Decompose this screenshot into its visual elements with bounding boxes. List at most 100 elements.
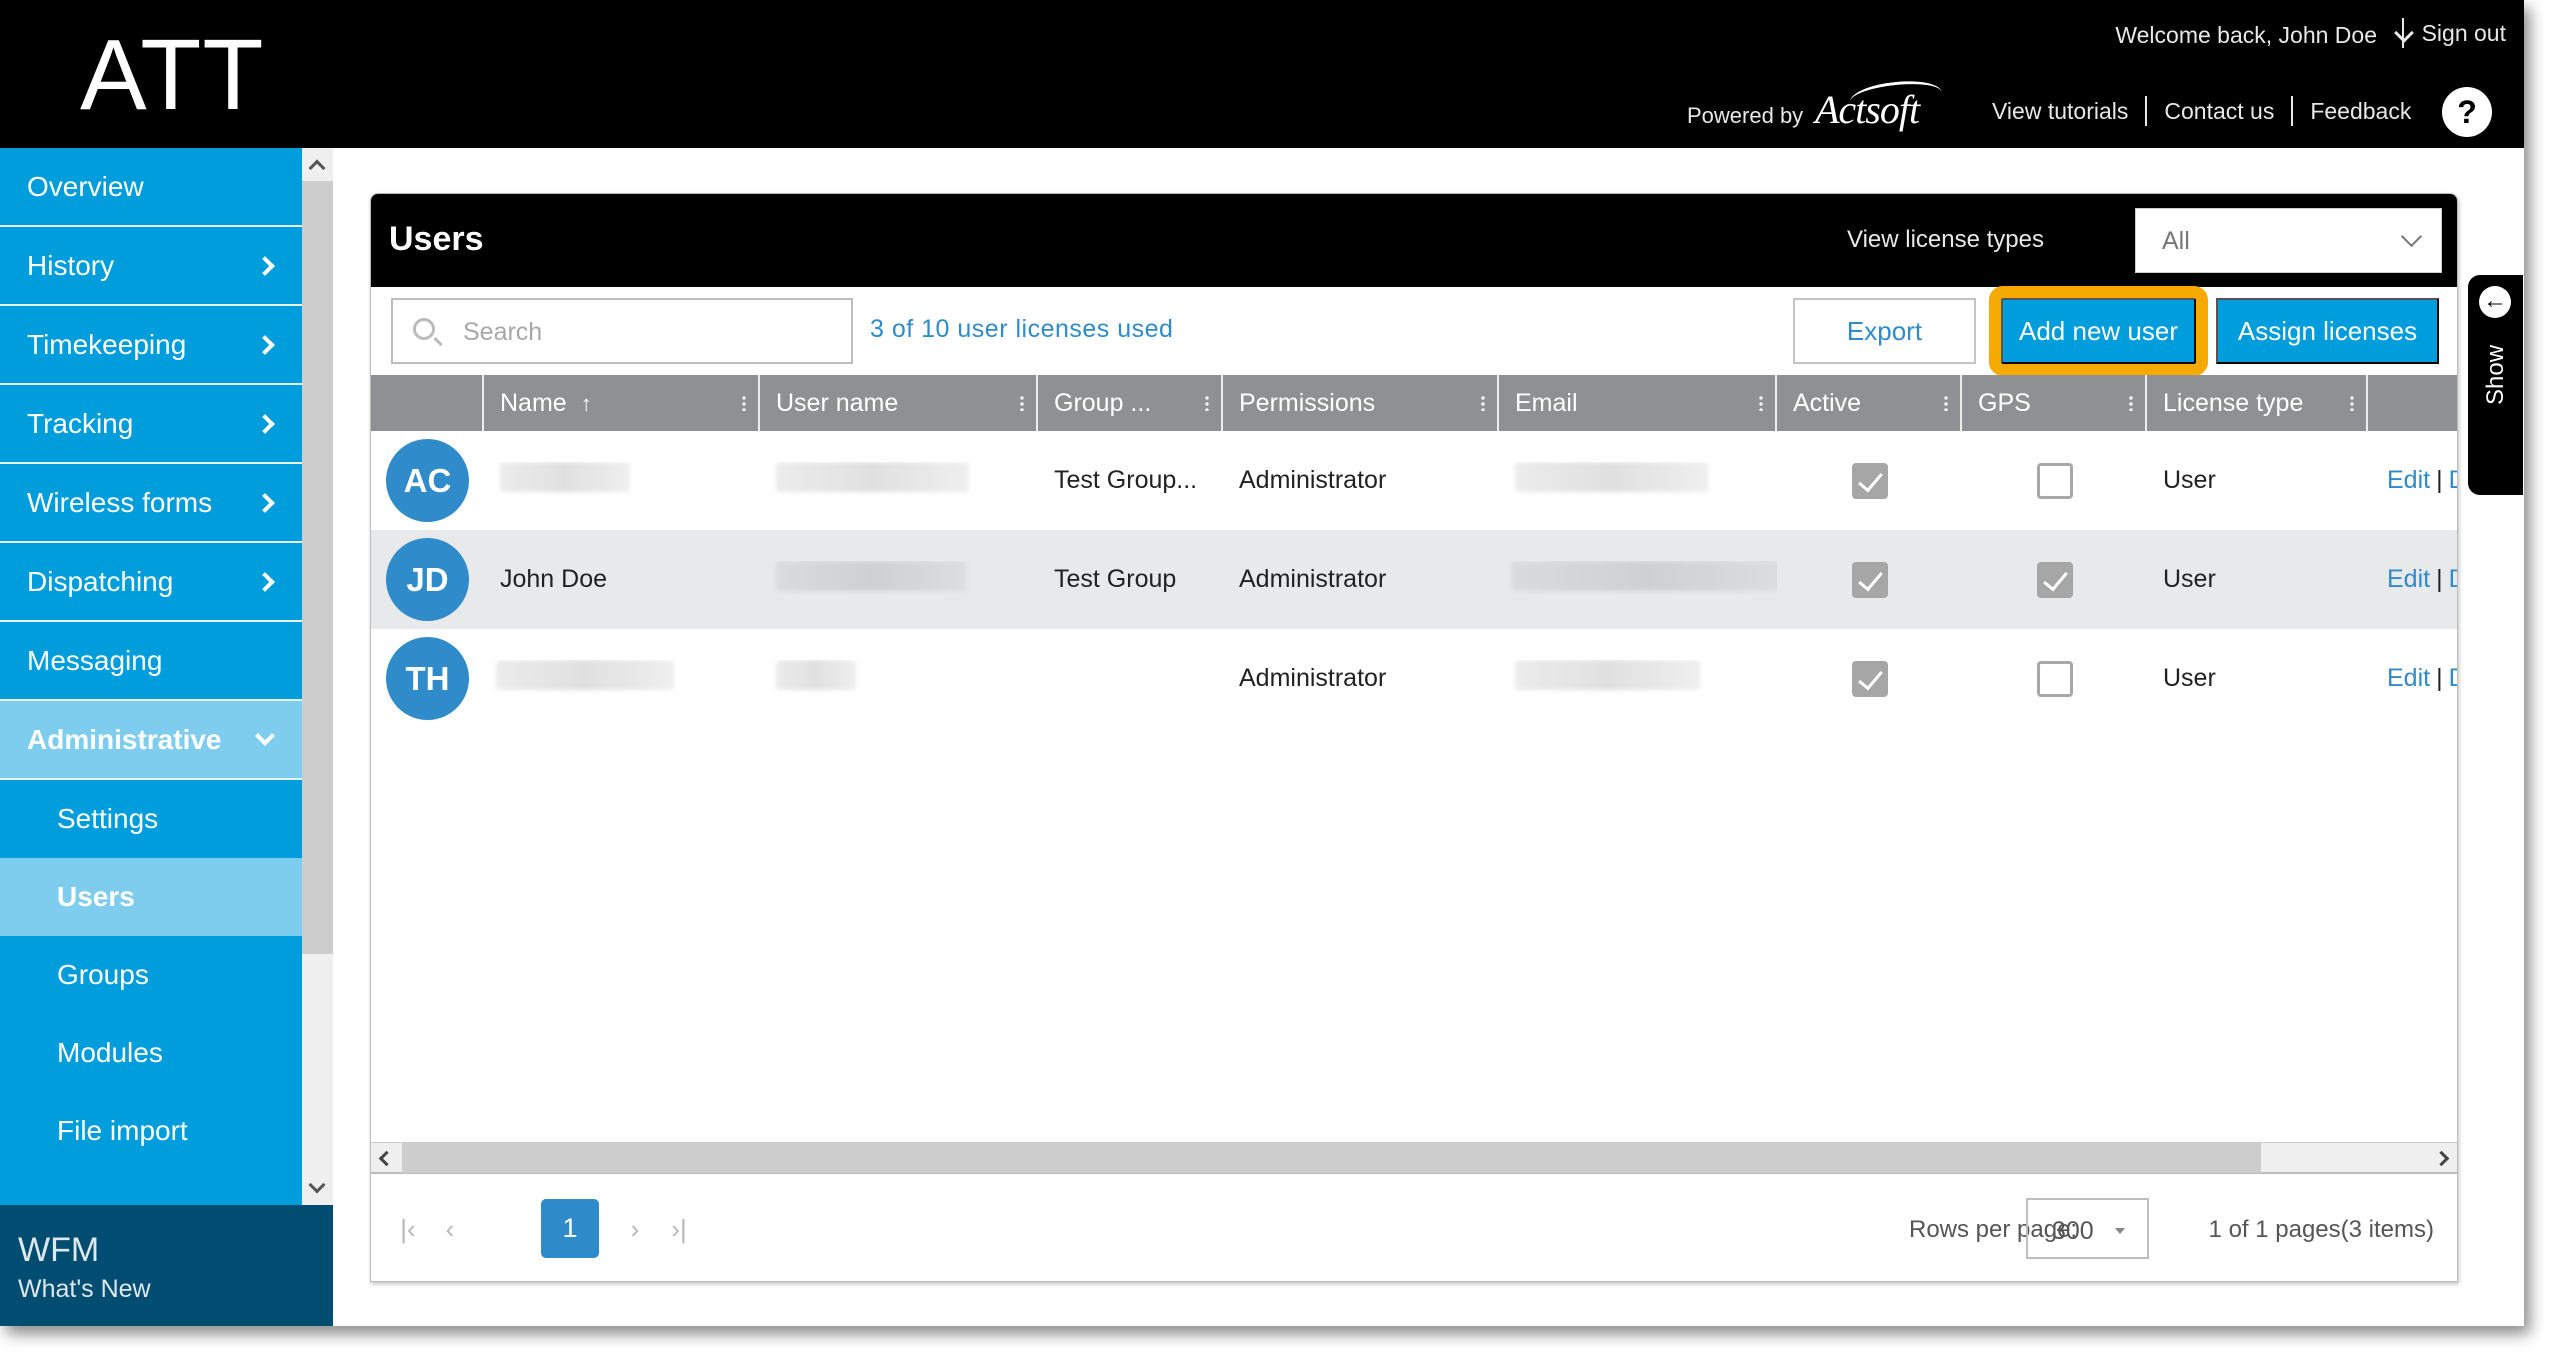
footer-title: WFM — [18, 1231, 100, 1269]
pagination: |‹ ‹ 1 › ›| Rows per page: 300 1 of 1 pa… — [371, 1176, 2457, 1281]
user-menu[interactable]: Welcome back, John Doe — [2115, 22, 2421, 49]
column-header-gps[interactable]: GPS — [1962, 375, 2147, 431]
edit-link[interactable]: Edit — [2387, 565, 2430, 593]
rows-per-page-select[interactable]: 300 — [2026, 1198, 2149, 1259]
column-header-permissions[interactable]: Permissions — [1223, 375, 1499, 431]
active-checkbox[interactable] — [1851, 660, 1888, 697]
redacted-email — [1515, 660, 1700, 690]
delete-link[interactable]: D — [2449, 664, 2457, 692]
column-menu-icon[interactable] — [1481, 395, 1485, 411]
view-tutorials-link[interactable]: View tutorials — [1975, 96, 2145, 126]
column-header-username[interactable]: User name — [760, 375, 1038, 431]
gps-checkbox[interactable] — [2036, 660, 2073, 697]
scroll-up-icon[interactable] — [308, 159, 326, 177]
license-type-cell: User — [2163, 466, 2216, 494]
top-header: ATT Welcome back, John Doe Sign out Powe… — [0, 0, 2524, 148]
column-header-active[interactable]: Active — [1777, 375, 1962, 431]
sidebar-subitem-modules[interactable]: Modules — [0, 1014, 302, 1092]
column-header-group[interactable]: Group ... — [1038, 375, 1223, 431]
sidebar-item-overview[interactable]: Overview — [0, 148, 302, 227]
sidebar-subitem-clipped[interactable] — [0, 1170, 302, 1205]
first-page-icon[interactable]: |‹ — [385, 1206, 431, 1252]
column-header-license-type[interactable]: License type — [2147, 375, 2368, 431]
sidebar-item-label: Groups — [57, 959, 149, 990]
chevron-down-icon — [255, 725, 275, 746]
next-page-icon[interactable]: › — [612, 1206, 658, 1252]
show-panel-tab[interactable]: ← Show — [2468, 275, 2523, 495]
column-label: License type — [2163, 388, 2304, 417]
sidebar-subitem-groups[interactable]: Groups — [0, 936, 302, 1014]
users-panel: Users View license types All 3 of 10 use… — [370, 193, 2458, 1282]
active-checkbox[interactable] — [1851, 561, 1888, 598]
actions-cell: Edit|D — [2368, 466, 2457, 495]
prev-page-icon[interactable]: ‹ — [427, 1206, 473, 1252]
sidebar-item-administrative[interactable]: Administrative — [0, 701, 302, 780]
powered-by-label: Powered by — [1687, 103, 1804, 128]
active-cell — [1777, 561, 1962, 598]
sidebar-subitem-users[interactable]: Users — [0, 858, 302, 936]
column-header-name[interactable]: Name ↑ — [484, 375, 760, 431]
sidebar-scroll-thumb[interactable] — [302, 181, 333, 954]
redacted-email — [1511, 561, 1777, 591]
sort-ascending-icon: ↑ — [580, 390, 592, 416]
edit-link[interactable]: Edit — [2387, 664, 2430, 692]
horizontal-scroll-thumb[interactable] — [402, 1143, 2261, 1173]
actions-cell: Edit|D — [2368, 565, 2457, 594]
sidebar-item-dispatching[interactable]: Dispatching — [0, 543, 302, 622]
sidebar-item-history[interactable]: History — [0, 227, 302, 306]
whats-new-footer[interactable]: WFM What's New — [0, 1205, 333, 1326]
scroll-left-icon[interactable] — [378, 1150, 395, 1167]
column-menu-icon[interactable] — [2350, 395, 2354, 411]
contact-us-link[interactable]: Contact us — [2145, 96, 2291, 126]
gps-checkbox[interactable] — [2036, 462, 2073, 499]
feedback-link[interactable]: Feedback — [2291, 96, 2428, 126]
column-header-email[interactable]: Email — [1499, 375, 1777, 431]
search-box[interactable] — [391, 298, 853, 364]
add-new-user-button[interactable]: Add new user — [1989, 286, 2208, 376]
avatar: JD — [386, 538, 469, 621]
show-label: Show — [2482, 344, 2509, 405]
column-menu-icon[interactable] — [742, 395, 746, 411]
table-row[interactable]: TH Administrator User Edit|D — [371, 629, 2457, 728]
column-menu-icon[interactable] — [1944, 395, 1948, 411]
assign-licenses-button[interactable]: Assign licenses — [2216, 298, 2439, 364]
sidebar-item-timekeeping[interactable]: Timekeeping — [0, 306, 302, 385]
column-menu-icon[interactable] — [1020, 395, 1024, 411]
sidebar-item-wireless-forms[interactable]: Wireless forms — [0, 464, 302, 543]
gps-checkbox[interactable] — [2036, 561, 2073, 598]
sidebar-scrollbar[interactable] — [302, 148, 333, 1205]
sidebar-subitem-file-import[interactable]: File import — [0, 1092, 302, 1170]
sign-out-link[interactable]: Sign out — [2401, 18, 2506, 48]
sidebar-subitem-settings[interactable]: Settings — [0, 780, 302, 858]
horizontal-scrollbar[interactable] — [371, 1142, 2457, 1174]
last-page-icon[interactable]: ›| — [656, 1206, 702, 1252]
whats-new-link[interactable]: What's New — [18, 1275, 333, 1304]
active-checkbox[interactable] — [1851, 462, 1888, 499]
scroll-right-icon[interactable] — [2433, 1150, 2450, 1167]
sidebar-item-tracking[interactable]: Tracking — [0, 385, 302, 464]
delete-link[interactable]: D — [2449, 565, 2457, 593]
actsoft-logo: Actsoft — [1815, 87, 1920, 132]
column-menu-icon[interactable] — [1759, 395, 1763, 411]
table-row[interactable]: JD John Doe Test Group Administrator Use… — [371, 530, 2457, 629]
username-cell — [760, 660, 1038, 697]
scroll-down-icon[interactable] — [308, 1176, 326, 1194]
search-input[interactable] — [463, 310, 833, 354]
active-cell — [1777, 660, 1962, 697]
sidebar-item-label: Users — [57, 881, 135, 912]
delete-link[interactable]: D — [2449, 466, 2457, 494]
licenses-used-link[interactable]: 3 of 10 user licenses used — [870, 315, 1173, 344]
column-menu-icon[interactable] — [1205, 395, 1209, 411]
column-menu-icon[interactable] — [2129, 395, 2133, 411]
name-cell — [484, 660, 760, 697]
edit-link[interactable]: Edit — [2387, 466, 2430, 494]
license-types-select[interactable]: All — [2135, 208, 2442, 273]
redacted-username — [776, 660, 856, 690]
table-row[interactable]: AC Test Group... Administrator User Edit… — [371, 431, 2457, 530]
help-icon[interactable]: ? — [2442, 87, 2492, 137]
sidebar-item-label: History — [27, 249, 115, 281]
sidebar-item-messaging[interactable]: Messaging — [0, 622, 302, 701]
chevron-right-icon — [255, 492, 275, 513]
export-button[interactable]: Export — [1793, 298, 1976, 364]
page-1-button[interactable]: 1 — [541, 1199, 599, 1258]
